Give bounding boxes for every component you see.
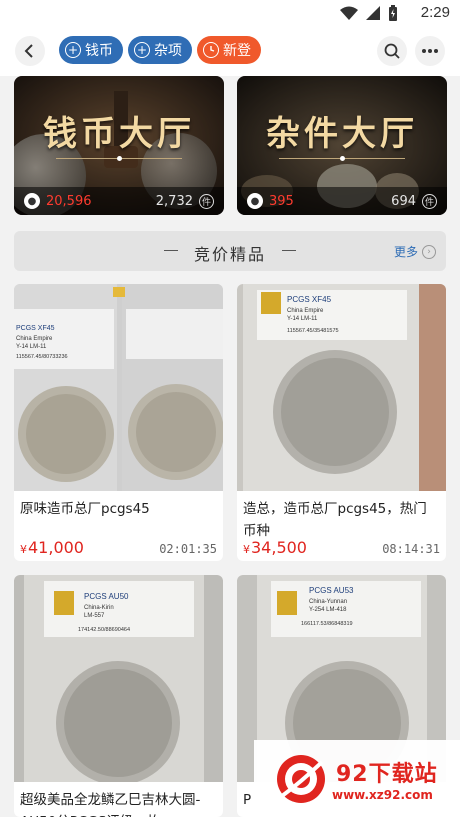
hall-stats: ● 20,596 2,732 件: [14, 187, 224, 215]
plus-circle-icon: +: [134, 42, 150, 58]
slab-cert: 115567.45/80733236: [16, 354, 68, 360]
product-photo: PCGS XF45 China Empire Y-14 LM-11 115567…: [14, 284, 223, 491]
eye-icon: ●: [247, 193, 263, 209]
watermark-url: www.xz92.com: [332, 788, 433, 802]
divider-dot: [340, 156, 345, 161]
chip-misc[interactable]: + 杂项: [128, 36, 192, 64]
signal-icon: [366, 6, 380, 20]
title-deco-right: [282, 250, 296, 251]
countdown-timer: 08:14:31: [382, 542, 440, 556]
countdown-timer: 02:01:35: [159, 542, 217, 556]
top-bar: + 钱币 + 杂项 新登: [0, 26, 460, 76]
slab-grade: PCGS AU53: [309, 586, 354, 595]
product-name: 造总，造币总厂pcgs45，热门币种: [243, 501, 427, 539]
slab-grade: PCGS XF45: [16, 325, 55, 332]
more-label: 更多: [393, 245, 418, 259]
slab-desc: China Empire: [287, 308, 324, 314]
hall-count-secondary: 694: [391, 193, 416, 209]
product-name: 原味造币总厂pcgs45: [20, 501, 150, 517]
chip-label: 杂项: [154, 43, 182, 59]
status-time: 2:29: [420, 4, 450, 21]
slab-sub: LM-557: [84, 613, 105, 619]
product-card[interactable]: PCGS XF45 China Empire Y-14 LM-11 115567…: [14, 284, 223, 561]
more-dots-icon: [422, 49, 438, 53]
chip-label: 新登: [223, 43, 251, 59]
slab-desc: China Empire: [16, 336, 53, 342]
slab-cert: 166117.53/86848319: [301, 621, 353, 627]
product-card[interactable]: PCGS AU50 China-Kirin LM-557 174142.50/8…: [14, 575, 223, 817]
hall-title: 杂件大厅: [266, 114, 418, 154]
slab-desc: China-Yunnan: [309, 599, 347, 605]
plus-circle-icon: +: [65, 42, 81, 58]
divider-dot: [117, 156, 122, 161]
product-price: ¥41,000: [20, 538, 84, 557]
product-photo: PCGS AU50 China-Kirin LM-557 174142.50/8…: [14, 575, 223, 782]
chevron-right-icon: ›: [422, 244, 436, 259]
more-link[interactable]: 更多 ›: [394, 243, 436, 260]
slab-sub: Y-254 LM-418: [309, 607, 347, 613]
hall-misc[interactable]: 杂件大厅 ● 395 694 件: [237, 76, 447, 215]
chevron-left-icon: [24, 44, 33, 58]
slab-grade: PCGS AU50: [84, 592, 129, 601]
clock-icon: [203, 42, 219, 58]
hall-count-primary: 395: [269, 193, 294, 209]
section-header: 竞价精品 更多 ›: [14, 231, 446, 271]
product-card[interactable]: PCGS XF45 China Empire Y-14 LM-11 115567…: [237, 284, 446, 561]
slab-sub: Y-14 LM-11: [16, 344, 47, 350]
slab-cert: 174142.50/88690464: [78, 627, 130, 633]
status-icons: [340, 5, 398, 21]
hall-stats: ● 395 694 件: [237, 187, 447, 215]
product-name: 超级美品全龙鳞乙巳吉林大圆-AU50分PCGS评级一枚: [20, 792, 201, 817]
back-button[interactable]: [15, 36, 45, 66]
search-icon: [384, 43, 400, 59]
item-tag-icon: 件: [422, 193, 437, 209]
chip-coins[interactable]: + 钱币: [59, 36, 123, 64]
status-bar: 2:29: [0, 0, 460, 26]
product-price: ¥34,500: [243, 538, 307, 557]
slab-grade: PCGS XF45: [287, 295, 332, 304]
slab-sub: Y-14 LM-11: [287, 316, 318, 322]
watermark-logo-icon: [277, 755, 325, 803]
item-tag-icon: 件: [199, 193, 214, 209]
wifi-icon: [340, 6, 358, 20]
slab-desc: China-Kirin: [84, 605, 114, 611]
watermark-title: 92下载站: [336, 762, 438, 787]
section-title: 竞价精品: [193, 245, 266, 264]
eye-icon: ●: [24, 193, 40, 209]
more-menu-button[interactable]: [415, 36, 445, 66]
chip-new[interactable]: 新登: [197, 36, 261, 64]
search-button[interactable]: [377, 36, 407, 66]
hall-title: 钱币大厅: [43, 114, 195, 154]
battery-icon: [389, 5, 397, 21]
hall-coins[interactable]: 钱币大厅 ● 20,596 2,732 件: [14, 76, 224, 215]
chip-label: 钱币: [85, 43, 113, 59]
hall-count-primary: 20,596: [46, 193, 92, 209]
hall-count-secondary: 2,732: [155, 193, 193, 209]
product-photo: PCGS XF45 China Empire Y-14 LM-11 115567…: [237, 284, 446, 491]
slab-cert: 115567.45/35481575: [287, 328, 339, 334]
site-watermark: 92下载站 www.xz92.com: [254, 740, 460, 817]
